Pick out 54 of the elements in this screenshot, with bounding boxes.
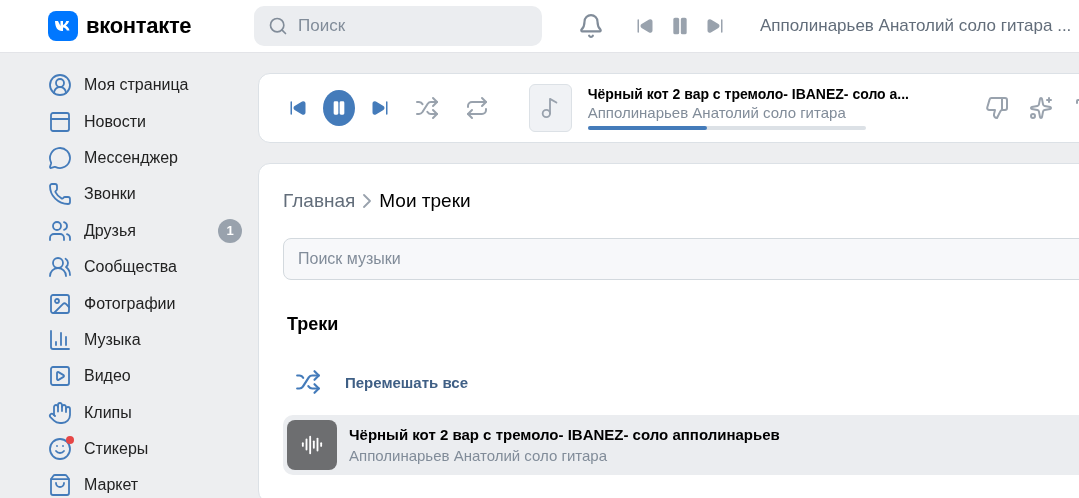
sidebar-item[interactable]: Звонки <box>48 176 258 213</box>
playing-bars-icon <box>287 420 337 470</box>
next-track-icon[interactable] <box>370 99 389 117</box>
sidebar-icon <box>48 182 72 207</box>
logo-icon[interactable] <box>48 11 78 41</box>
chevron-right-icon <box>363 194 372 208</box>
pause-button[interactable] <box>323 90 355 126</box>
sidebar-item[interactable]: Маркет <box>48 467 258 498</box>
track-title: Чёрный кот 2 вар с тремоло- IBANEZ- соло апполинарьев <box>349 426 780 443</box>
sidebar-item[interactable]: Мессенджер <box>48 139 258 177</box>
music-note-icon <box>528 84 572 132</box>
count-badge: 1 <box>218 218 242 243</box>
sidebar-item[interactable]: Музыка <box>48 321 258 359</box>
track-artist[interactable]: Апполинарьев Анатолий соло гитара <box>587 104 846 121</box>
sidebar-item[interactable]: Видео <box>48 358 258 395</box>
previous-track-icon[interactable] <box>289 99 307 117</box>
sidebar-icon <box>48 400 72 425</box>
previous-track-icon[interactable] <box>636 17 654 35</box>
sidebar-item[interactable]: Новости <box>48 103 258 140</box>
repeat-icon[interactable] <box>464 96 489 120</box>
track-title: Чёрный кот 2 вар с тремоло- IBANEZ- соло а... <box>587 86 909 102</box>
sidebar-item[interactable]: Стикеры <box>48 430 258 468</box>
shuffle-icon[interactable] <box>414 96 439 120</box>
sidebar-item[interactable]: Моя страница <box>48 67 258 104</box>
notifications-bell-icon[interactable] <box>578 13 604 39</box>
sidebar-item[interactable]: Друзья 1 <box>48 212 258 249</box>
sidebar-icon <box>48 473 72 498</box>
sparkles-icon[interactable] <box>1029 96 1053 120</box>
track-row[interactable]: Чёрный кот 2 вар с тремоло- IBANEZ- соло апполинарьев Апполинарьев Анатолий соло гитара <box>283 415 1079 475</box>
sidebar-icon <box>48 73 72 98</box>
next-track-icon[interactable] <box>706 17 724 35</box>
shuffle-all-button[interactable]: Перемешать все <box>283 369 1079 395</box>
sidebar-icon <box>48 218 72 243</box>
search-field[interactable]: Поиск <box>254 6 542 46</box>
sidebar-icon <box>48 145 72 170</box>
pause-icon[interactable] <box>670 16 690 36</box>
logo-text: вконтакте <box>86 13 192 39</box>
thumbs-down-icon[interactable] <box>985 96 1009 120</box>
music-search-field[interactable]: Поиск музыки <box>283 238 1079 280</box>
search-icon <box>268 16 288 36</box>
sidebar-icon <box>48 364 72 389</box>
breadcrumb-link[interactable]: Мои треки <box>379 190 471 212</box>
sidebar-item[interactable]: Клипы <box>48 394 258 431</box>
shuffle-icon <box>295 369 321 395</box>
sidebar-icon <box>48 327 72 352</box>
progress-bar[interactable] <box>587 126 866 130</box>
sidebar-icon <box>48 255 72 280</box>
sidebar-icon <box>48 291 72 316</box>
breadcrumb-link[interactable]: Главная <box>283 190 356 212</box>
now-playing-text[interactable]: Апполинарьев Анатолий соло гитара ... <box>760 16 1072 36</box>
sidebar-item[interactable]: Сообщества <box>48 248 258 286</box>
section-title: Треки <box>287 314 340 335</box>
sidebar-icon <box>48 109 72 134</box>
sidebar-item[interactable]: Фотографии <box>48 285 258 322</box>
